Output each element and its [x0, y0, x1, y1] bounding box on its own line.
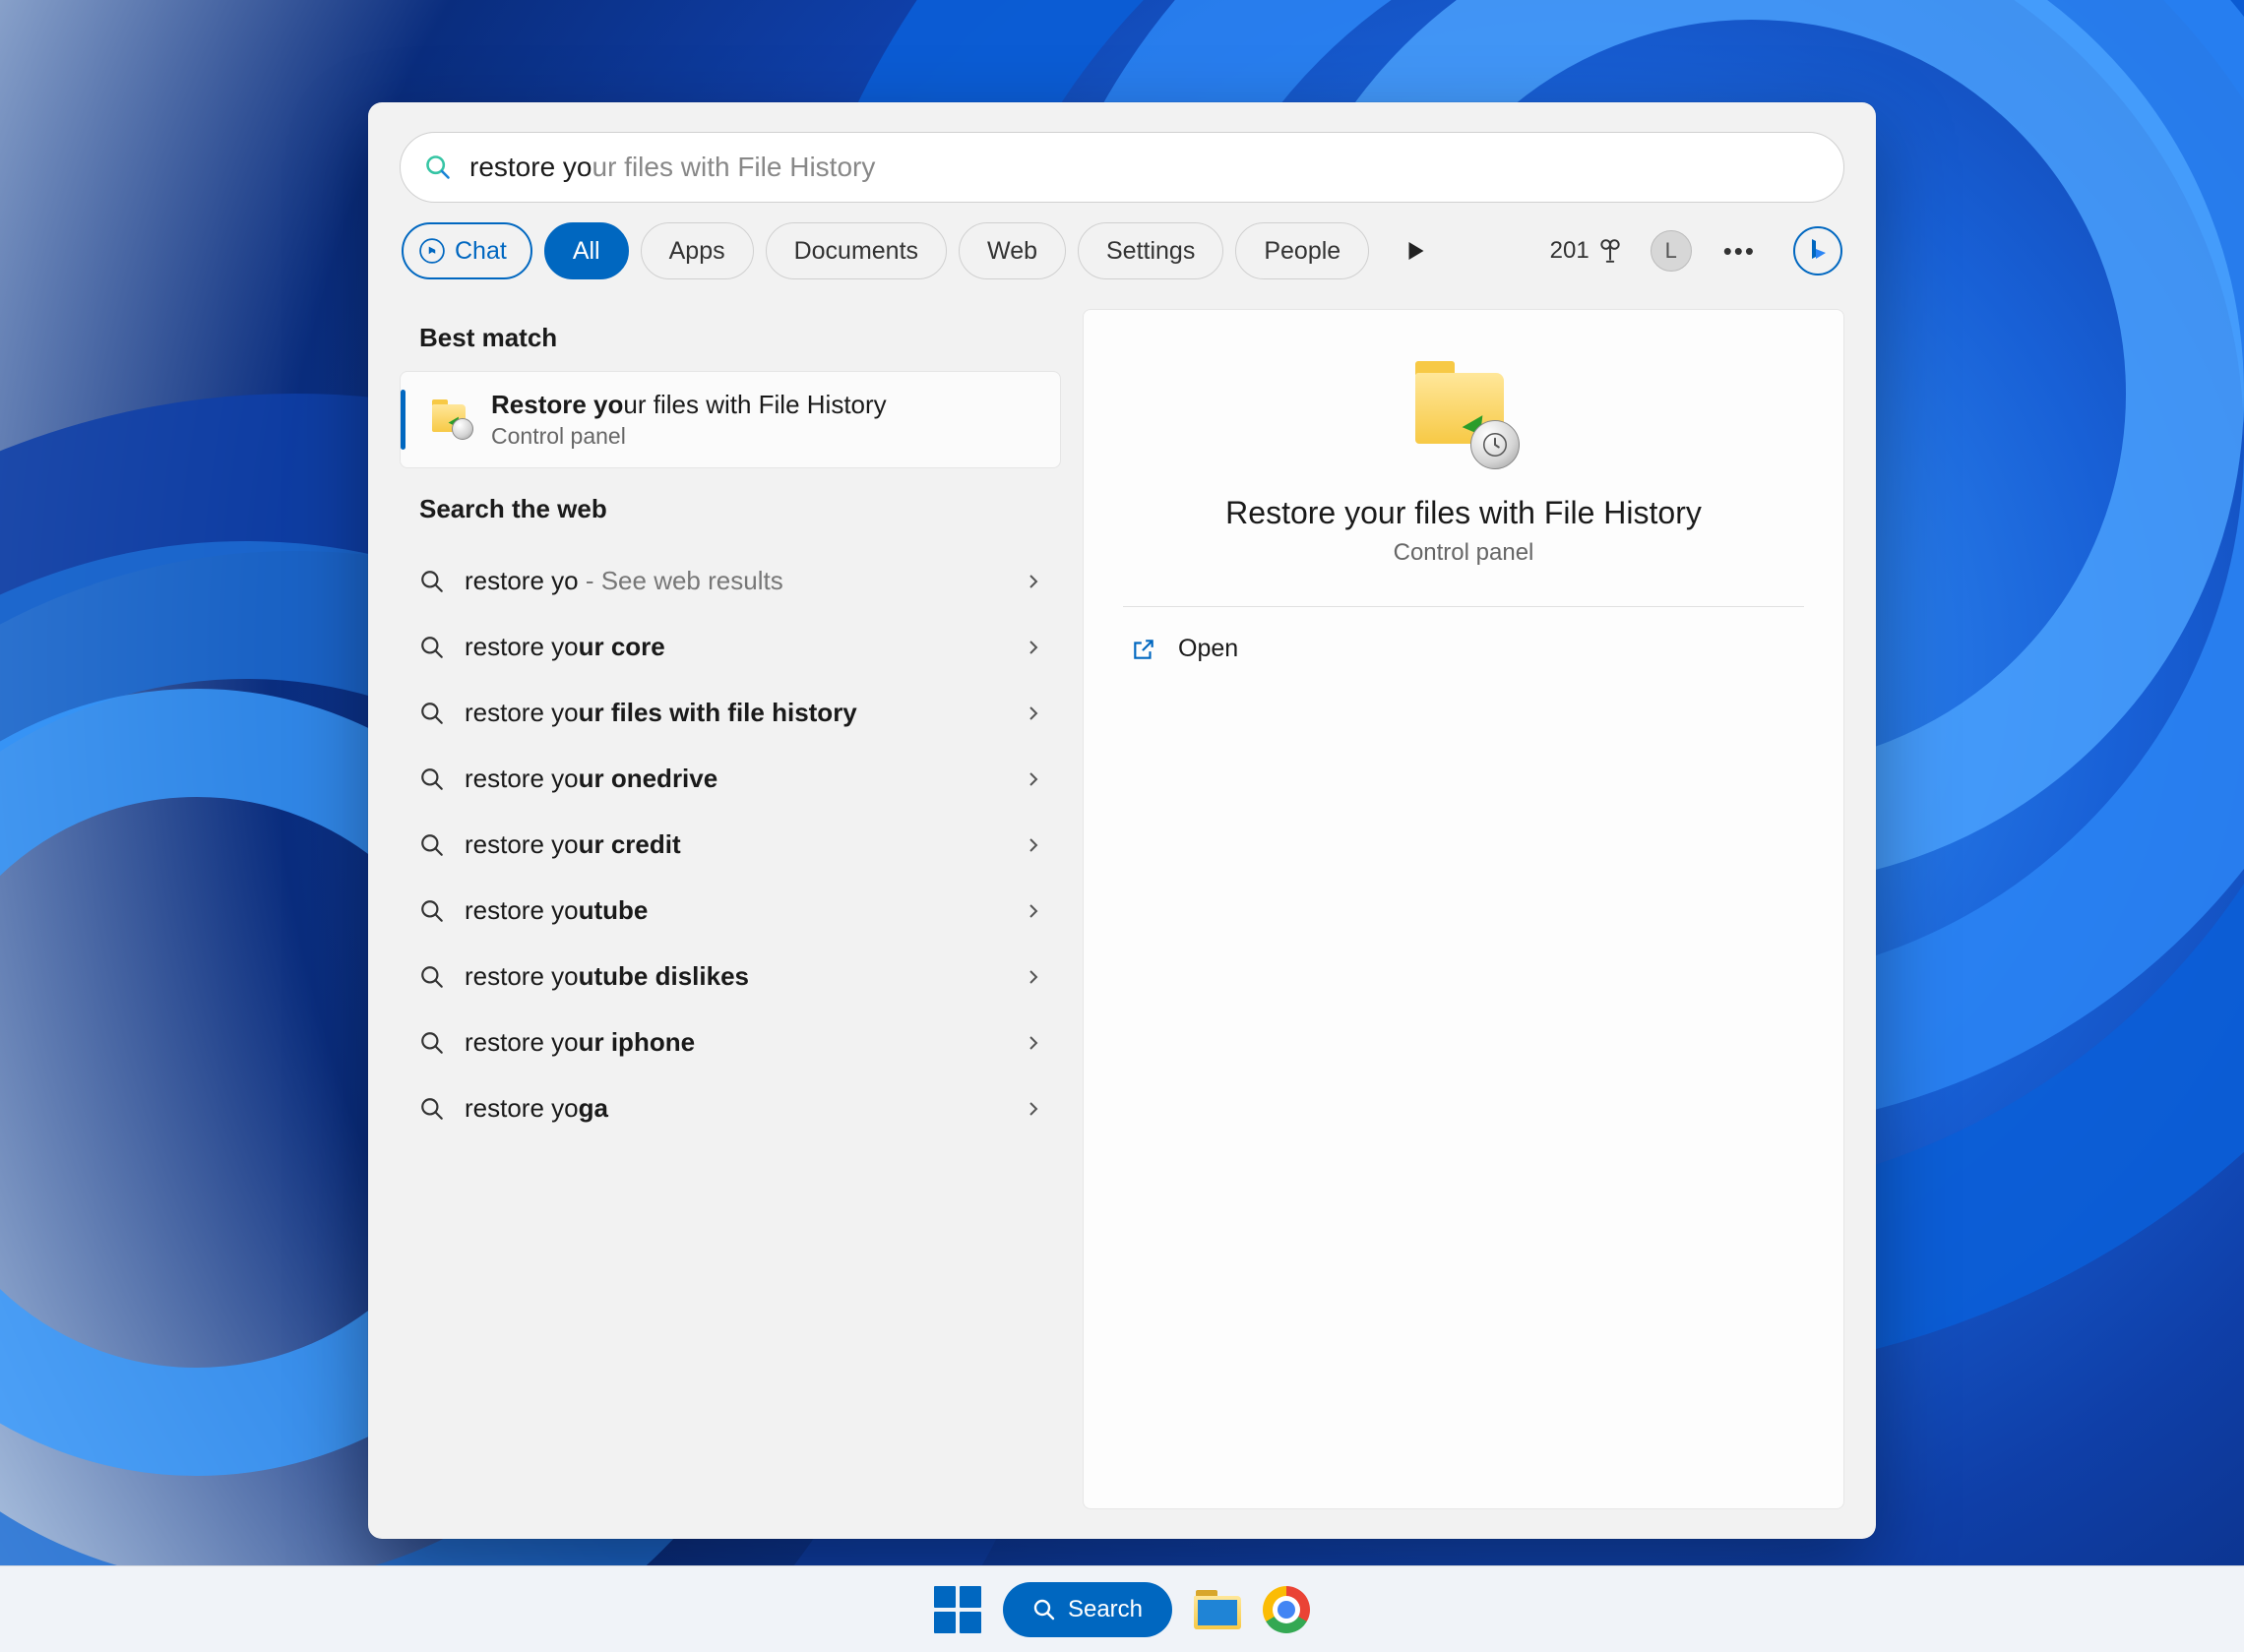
- search-input[interactable]: restore your files with File History: [469, 152, 1820, 183]
- web-result-text: restore your credit: [465, 829, 1006, 860]
- web-result-text: restore yoga: [465, 1093, 1006, 1124]
- chevron-right-icon: [1026, 1035, 1041, 1051]
- taskbar: Search: [0, 1565, 2244, 1652]
- preview-title: Restore your files with File History: [1225, 495, 1702, 531]
- web-result-text: restore your core: [465, 632, 1006, 662]
- chevron-right-icon: [1026, 705, 1041, 721]
- search-icon: [419, 1030, 445, 1056]
- web-result-item[interactable]: restore your core: [400, 614, 1061, 680]
- open-action-label: Open: [1178, 635, 1238, 663]
- filter-chat-label: Chat: [455, 237, 507, 266]
- filter-scroll-right[interactable]: [1393, 242, 1440, 260]
- more-options[interactable]: •••: [1712, 236, 1768, 267]
- web-results-list: restore yo - See web results restore you…: [400, 548, 1061, 1141]
- chrome-button[interactable]: [1263, 1586, 1310, 1633]
- web-result-item[interactable]: restore youtube dislikes: [400, 944, 1061, 1010]
- file-history-icon: [430, 398, 473, 442]
- chevron-right-icon: [1026, 1101, 1041, 1117]
- filter-row: Chat All Apps Documents Web Settings Peo…: [400, 222, 1844, 279]
- user-avatar[interactable]: L: [1651, 230, 1692, 272]
- web-result-text: restore your iphone: [465, 1027, 1006, 1058]
- avatar-letter: L: [1665, 238, 1677, 264]
- search-box[interactable]: restore your files with File History: [400, 132, 1844, 203]
- web-result-item[interactable]: restore your credit: [400, 812, 1061, 878]
- search-icon: [419, 766, 445, 792]
- preview-file-history-icon: [1409, 359, 1518, 467]
- file-explorer-button[interactable]: [1194, 1590, 1241, 1629]
- start-button[interactable]: [934, 1586, 981, 1633]
- filter-settings[interactable]: Settings: [1078, 222, 1223, 279]
- best-match-heading: Best match: [400, 309, 1061, 371]
- search-autocomplete-text: ur files with File History: [592, 152, 876, 183]
- search-icon: [419, 964, 445, 990]
- taskbar-search-button[interactable]: Search: [1003, 1582, 1172, 1637]
- web-result-item[interactable]: restore your files with file history: [400, 680, 1061, 746]
- search-icon: [424, 153, 452, 181]
- start-search-panel: restore your files with File History Cha…: [368, 102, 1876, 1539]
- bing-icon: [1806, 237, 1830, 265]
- selection-indicator: [401, 390, 405, 450]
- search-icon: [419, 832, 445, 858]
- chevron-right-icon: [1026, 574, 1041, 589]
- chat-bing-icon: [419, 238, 445, 264]
- web-result-text: restore youtube dislikes: [465, 961, 1006, 992]
- rewards-points[interactable]: 201: [1550, 237, 1623, 265]
- filter-web[interactable]: Web: [959, 222, 1066, 279]
- search-icon: [419, 1096, 445, 1122]
- search-icon: [1032, 1598, 1056, 1621]
- web-result-item[interactable]: restore your onedrive: [400, 746, 1061, 812]
- taskbar-search-label: Search: [1068, 1596, 1143, 1623]
- triangle-right-icon: [1407, 242, 1425, 260]
- preview-subtitle: Control panel: [1394, 539, 1534, 567]
- best-match-item[interactable]: Restore your files with File History Con…: [400, 371, 1061, 468]
- rewards-count: 201: [1550, 237, 1590, 265]
- filter-all[interactable]: All: [544, 222, 629, 279]
- web-result-item[interactable]: restore your iphone: [400, 1010, 1061, 1075]
- search-icon: [419, 701, 445, 726]
- windows-icon: [934, 1586, 956, 1608]
- best-match-title: Restore your files with File History: [491, 390, 887, 420]
- chevron-right-icon: [1026, 837, 1041, 853]
- web-result-item[interactable]: restore yo - See web results: [400, 548, 1061, 614]
- filter-documents[interactable]: Documents: [766, 222, 947, 279]
- chevron-right-icon: [1026, 640, 1041, 655]
- web-result-item[interactable]: restore youtube: [400, 878, 1061, 944]
- search-icon: [419, 898, 445, 924]
- chevron-right-icon: [1026, 969, 1041, 985]
- search-typed-text: restore yo: [469, 152, 592, 183]
- open-action[interactable]: Open: [1123, 607, 1804, 691]
- filter-chat[interactable]: Chat: [402, 222, 532, 279]
- web-result-text: restore your onedrive: [465, 764, 1006, 794]
- search-icon: [419, 569, 445, 594]
- chevron-right-icon: [1026, 903, 1041, 919]
- filter-people[interactable]: People: [1235, 222, 1369, 279]
- rewards-medal-icon: [1597, 238, 1623, 264]
- chevron-right-icon: [1026, 771, 1041, 787]
- web-result-item[interactable]: restore yoga: [400, 1075, 1061, 1141]
- open-external-icon: [1131, 637, 1156, 662]
- web-result-text: restore your files with file history: [465, 698, 1006, 728]
- search-web-heading: Search the web: [400, 480, 1061, 542]
- preview-pane: Restore your files with File History Con…: [1083, 309, 1844, 1509]
- results-left-column: Best match Restore your files with File …: [400, 309, 1061, 1509]
- web-result-text: restore youtube: [465, 895, 1006, 926]
- best-match-subtitle: Control panel: [491, 423, 887, 450]
- filter-apps[interactable]: Apps: [641, 222, 754, 279]
- search-icon: [419, 635, 445, 660]
- open-bing[interactable]: [1793, 226, 1842, 275]
- web-result-text: restore yo - See web results: [465, 566, 1006, 596]
